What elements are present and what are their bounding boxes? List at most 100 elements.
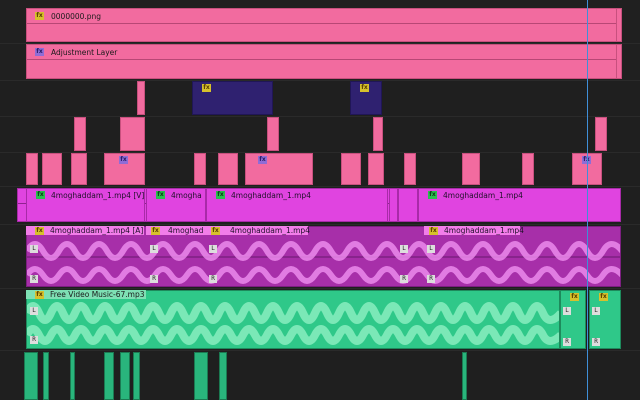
- clip-audio-snippet[interactable]: [462, 352, 467, 400]
- channel-right-label: R: [427, 275, 435, 283]
- audio-clip-header[interactable]: fx Free Video Music-67.mp3: [26, 290, 146, 299]
- track-divider: [0, 350, 640, 351]
- clip-small[interactable]: fx: [104, 153, 145, 185]
- audio-waveform: [27, 241, 620, 284]
- audio-waveform: [27, 302, 559, 345]
- channel-left-label: L: [150, 245, 158, 253]
- clip-navy-2[interactable]: fx: [350, 81, 382, 115]
- channel-right-label: R: [563, 338, 571, 346]
- clip-small[interactable]: [341, 153, 361, 185]
- clip-label: 4moghaddam_1.mp4: [230, 226, 310, 235]
- timeline-panel[interactable]: fx 0000000.png fx Adjustment Layer fx fx…: [0, 0, 640, 400]
- clip-video-1[interactable]: fx 4moghaddam_1.mp4 [V]: [26, 188, 145, 222]
- clip-audio-snippet[interactable]: [43, 352, 49, 400]
- track-divider: [0, 224, 640, 225]
- fx-badge[interactable]: fx: [35, 48, 44, 56]
- clip-video-3[interactable]: fx 4moghaddam_1.mp4: [206, 188, 388, 222]
- clip-navy-1[interactable]: fx: [192, 81, 273, 115]
- clip-small[interactable]: fx: [245, 153, 313, 185]
- track-divider: [0, 288, 640, 289]
- channel-left-label: L: [30, 245, 38, 253]
- clip-png[interactable]: fx 0000000.png: [26, 8, 620, 42]
- clip-small[interactable]: [120, 117, 145, 151]
- fx-badge[interactable]: fx: [428, 191, 437, 199]
- fx-badge[interactable]: fx: [35, 12, 44, 20]
- clip-small[interactable]: [71, 153, 87, 185]
- fx-badge[interactable]: fx: [35, 227, 44, 235]
- clip-audio-snippet[interactable]: [104, 352, 114, 400]
- keyframe-line: [27, 23, 619, 24]
- clip-small[interactable]: [26, 153, 38, 185]
- clip-png-tail[interactable]: [616, 8, 622, 42]
- track-divider: [0, 152, 640, 153]
- fx-badge[interactable]: fx: [258, 156, 267, 164]
- clip-label: 4moghaddam_1.mp4: [231, 191, 311, 200]
- clip-small[interactable]: [368, 153, 384, 185]
- clip-small[interactable]: [462, 153, 480, 185]
- fx-badge[interactable]: fx: [151, 227, 160, 235]
- track-divider: [0, 116, 640, 117]
- clip-small[interactable]: [404, 153, 416, 185]
- clip-adjustment-tail[interactable]: [616, 44, 622, 79]
- channel-left-label: L: [427, 245, 435, 253]
- audio-clip-header[interactable]: fx 4moghaddam_1.mp4 [A]: [26, 226, 144, 235]
- clip-video-small[interactable]: [389, 188, 398, 222]
- fx-badge[interactable]: fx: [202, 84, 211, 92]
- clip-label: 4mogha: [171, 191, 202, 200]
- track-divider: [0, 186, 640, 187]
- clip-small[interactable]: [42, 153, 62, 185]
- clip-small[interactable]: [267, 117, 279, 151]
- fx-badge[interactable]: fx: [599, 293, 608, 301]
- clip-small[interactable]: [595, 117, 607, 151]
- channel-left-label: L: [30, 307, 38, 315]
- channel-right-label: R: [30, 275, 38, 283]
- clip-audio-snippet[interactable]: [133, 352, 140, 400]
- audio-clip-header[interactable]: fx 4moghaddam_1.mp4: [424, 226, 524, 235]
- fx-badge[interactable]: fx: [119, 156, 128, 164]
- clip-label: Free Video Music-67.mp3: [50, 290, 145, 299]
- clip-adjustment-layer[interactable]: fx Adjustment Layer: [26, 44, 620, 79]
- clip-audio-snippet[interactable]: [120, 352, 130, 400]
- fx-badge[interactable]: fx: [156, 191, 165, 199]
- clip-video-2[interactable]: fx 4mogha: [146, 188, 206, 222]
- clip-label: 0000000.png: [51, 12, 102, 21]
- clip-video-small[interactable]: [398, 188, 418, 222]
- clip-label: 4moghaddam_1.mp4 [V]: [51, 191, 145, 200]
- clip-label: 4moghaddam_1.mp4: [444, 226, 524, 235]
- fx-badge[interactable]: fx: [429, 227, 438, 235]
- clip-video-4[interactable]: fx 4moghaddam_1.mp4: [418, 188, 621, 222]
- clip-small[interactable]: [373, 117, 383, 151]
- channel-left-label: L: [209, 245, 217, 253]
- audio-clip-header[interactable]: fx 4moghad: [146, 226, 206, 235]
- fx-badge[interactable]: fx: [216, 191, 225, 199]
- clip-label: 4moghaddam_1.mp4 [A]: [50, 226, 144, 235]
- clip-label: 4moghad: [168, 226, 204, 235]
- fx-badge[interactable]: fx: [360, 84, 369, 92]
- fx-badge[interactable]: fx: [570, 293, 579, 301]
- channel-right-label: R: [150, 275, 158, 283]
- keyframe-line: [27, 59, 619, 60]
- clip-label: Adjustment Layer: [51, 48, 118, 57]
- channel-right-label: R: [592, 338, 600, 346]
- playhead[interactable]: [587, 0, 588, 400]
- clip-small[interactable]: [194, 153, 206, 185]
- fx-badge[interactable]: fx: [211, 227, 220, 235]
- clip-small[interactable]: [74, 117, 86, 151]
- audio-clip-header[interactable]: fx 4moghaddam_1.mp4: [206, 226, 310, 235]
- channel-left-label: L: [400, 245, 408, 253]
- clip-small[interactable]: [218, 153, 238, 185]
- clip-audio-snippet[interactable]: [70, 352, 75, 400]
- channel-right-label: R: [30, 336, 38, 344]
- clip-audio-snippet[interactable]: [24, 352, 38, 400]
- clip-small[interactable]: [137, 81, 145, 115]
- fx-badge[interactable]: fx: [35, 291, 44, 299]
- track-divider: [0, 80, 640, 81]
- clip-label: 4moghaddam_1.mp4: [443, 191, 523, 200]
- clip-audio-snippet[interactable]: [219, 352, 227, 400]
- channel-left-label: L: [563, 307, 571, 315]
- clip-audio-snippet[interactable]: [194, 352, 208, 400]
- channel-right-label: R: [209, 275, 217, 283]
- track-a1-clips[interactable]: [26, 226, 621, 287]
- fx-badge[interactable]: fx: [36, 191, 45, 199]
- clip-small[interactable]: [522, 153, 534, 185]
